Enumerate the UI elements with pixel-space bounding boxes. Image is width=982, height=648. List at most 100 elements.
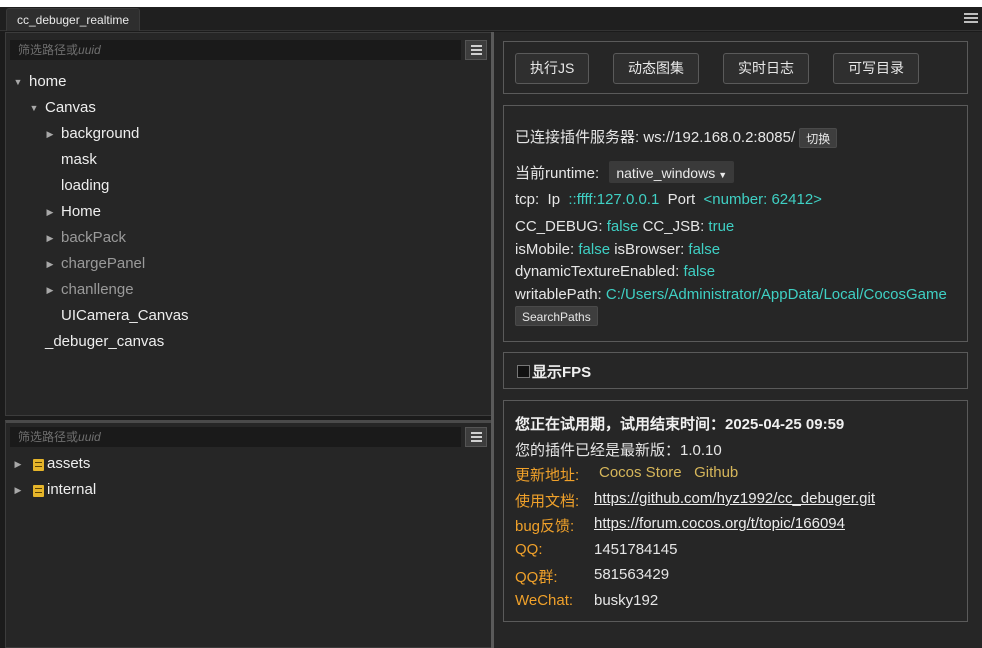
writable-row: writablePath: C:/Users/Administrator/App… (515, 286, 947, 303)
database-icon (33, 459, 44, 471)
tree-node-home-child[interactable]: ▶ Home (6, 199, 491, 225)
tree-node-backpack[interactable]: ▶ backPack (6, 225, 491, 251)
qq-group-row: QQ群: 581563429 (515, 566, 955, 587)
exec-js-button[interactable]: 执行JS (515, 53, 590, 84)
tcp-label: tcp: (515, 191, 540, 208)
collapsed-arrow-icon[interactable]: ▶ (45, 121, 55, 147)
runtime-row: 当前runtime: native_windows ▼ (515, 161, 735, 183)
tree-node-label: loading (61, 177, 110, 194)
github-link[interactable]: Github (694, 464, 738, 481)
chevron-down-icon: ▼ (718, 170, 728, 180)
asset-node-assets[interactable]: ▶ assets (6, 451, 491, 477)
ip-label: Ip (547, 191, 561, 208)
ip-value: ::ffff:127.0.0.1 (568, 191, 660, 208)
tree-node-uicamera-canvas[interactable]: UICamera_Canvas (6, 303, 491, 329)
realtime-log-button[interactable]: 实时日志 (723, 53, 809, 84)
qq-value: 1451784145 (594, 541, 678, 558)
server-label: 已连接插件服务器: (515, 129, 640, 146)
dyn-tex-value: false (683, 263, 716, 280)
tree-node-label: chargePanel (61, 255, 146, 272)
update-row: 更新地址: Cocos Store Github (515, 464, 955, 485)
tree-node-label: home (29, 73, 67, 90)
hamburger-icon[interactable] (964, 11, 978, 25)
version-notice: 您的插件已经是最新版：1.0.10 (515, 442, 722, 459)
asset-filter-input[interactable]: 筛选路径或uuid (10, 427, 461, 447)
dyn-tex-label: dynamicTextureEnabled: (515, 263, 680, 280)
tree-node-label: _debuger_canvas (45, 333, 165, 350)
filter-placeholder: 筛选路径或 (18, 43, 79, 57)
filter-placeholder-uuid: uuid (78, 430, 101, 444)
runtime-select[interactable]: native_windows ▼ (609, 161, 735, 183)
asset-filter-row: 筛选路径或uuid (10, 427, 487, 447)
dynamic-atlas-button[interactable]: 动态图集 (613, 53, 699, 84)
tree-node-label: UICamera_Canvas (61, 307, 189, 324)
collapsed-arrow-icon[interactable]: ▶ (45, 251, 55, 277)
expanded-arrow-icon[interactable]: ▼ (13, 69, 23, 95)
collapsed-arrow-icon[interactable]: ▶ (45, 225, 55, 251)
scene-tree: ▼ home ▼ Canvas ▶ background mask loading ▶… (6, 69, 491, 355)
scene-filter-input[interactable]: 筛选路径或uuid (10, 40, 461, 60)
tree-node-home[interactable]: ▼ home (6, 69, 491, 95)
dyn-tex-row: dynamicTextureEnabled: false (515, 263, 715, 280)
cc-debug-value: false (606, 218, 639, 235)
bug-label: bug反馈: (515, 518, 575, 535)
update-links: Cocos Store Github (599, 464, 738, 481)
fps-label: 显示FPS (532, 364, 592, 381)
tree-node-chargepanel[interactable]: ▶ chargePanel (6, 251, 491, 277)
tree-node-debuger-canvas[interactable]: _debuger_canvas (6, 329, 491, 355)
port-value: <number: 62412> (703, 191, 822, 208)
search-paths-row: SearchPaths (515, 306, 598, 326)
bug-row: bug反馈: https://forum.cocos.org/t/topic/1… (515, 515, 955, 536)
tree-node-background[interactable]: ▶ background (6, 121, 491, 147)
tree-node-label: chanllenge (61, 281, 134, 298)
is-mobile-value: false (578, 241, 611, 258)
tree-node-label: Canvas (45, 99, 96, 116)
tree-node-label: backPack (61, 229, 127, 246)
tree-node-mask[interactable]: mask (6, 147, 491, 173)
fps-box: 显示FPS (503, 352, 968, 389)
is-mobile-label: isMobile: (515, 241, 575, 258)
cc-jsb-label: CC_JSB: (642, 218, 705, 235)
asset-tree-panel: 筛选路径或uuid ▶ assets ▶ internal (5, 420, 492, 648)
scene-filter-row: 筛选路径或uuid (10, 40, 487, 60)
cc-jsb-value: true (708, 218, 735, 235)
update-label: 更新地址: (515, 467, 580, 484)
search-paths-button[interactable]: SearchPaths (515, 306, 598, 326)
tree-node-loading[interactable]: loading (6, 173, 491, 199)
tab-bar: cc_debuger_realtime (0, 7, 982, 31)
show-fps-toggle[interactable]: 显示FPS (517, 361, 591, 382)
filter-mode-icon[interactable] (465, 40, 487, 60)
collapsed-arrow-icon[interactable]: ▶ (45, 277, 55, 303)
tree-node-canvas[interactable]: ▼ Canvas (6, 95, 491, 121)
tab-cc-debuger-realtime[interactable]: cc_debuger_realtime (6, 8, 141, 31)
docs-link[interactable]: https://github.com/hyz1992/cc_debuger.gi… (594, 490, 875, 507)
qq-label: QQ: (515, 541, 543, 558)
asset-node-label: internal (47, 481, 97, 498)
tree-node-label: background (61, 125, 140, 142)
toolbar-box: 执行JS 动态图集 实时日志 可写目录 (503, 41, 968, 94)
cocos-store-link[interactable]: Cocos Store (599, 464, 682, 481)
mobile-row: isMobile: false isBrowser: false (515, 241, 720, 258)
qq-group-value: 581563429 (594, 566, 670, 583)
wechat-label: WeChat: (515, 592, 574, 609)
filter-mode-icon[interactable] (465, 427, 487, 447)
database-icon (33, 485, 44, 497)
is-browser-value: false (688, 241, 721, 258)
bug-link[interactable]: https://forum.cocos.org/t/topic/166094 (594, 515, 845, 532)
collapsed-arrow-icon[interactable]: ▶ (45, 199, 55, 225)
docs-label: 使用文档: (515, 493, 580, 510)
collapsed-arrow-icon[interactable]: ▶ (13, 451, 23, 477)
port-label: Port (667, 191, 696, 208)
writable-dir-button[interactable]: 可写目录 (833, 53, 919, 84)
expanded-arrow-icon[interactable]: ▼ (29, 95, 39, 121)
fps-checkbox[interactable] (517, 365, 530, 378)
wechat-value: busky192 (594, 592, 659, 609)
asset-node-internal[interactable]: ▶ internal (6, 477, 491, 503)
switch-server-button[interactable]: 切换 (799, 128, 838, 149)
collapsed-arrow-icon[interactable]: ▶ (13, 477, 23, 503)
about-box: 您正在试用期，试用结束时间：2025-04-25 09:59 您的插件已经是最新… (503, 400, 968, 622)
scene-tree-panel: 筛选路径或uuid ▼ home ▼ Canvas ▶ background mask… (5, 32, 492, 416)
tree-node-chanllenge[interactable]: ▶ chanllenge (6, 277, 491, 303)
tree-node-label: mask (61, 151, 97, 168)
wechat-row: WeChat: busky192 (515, 592, 955, 609)
